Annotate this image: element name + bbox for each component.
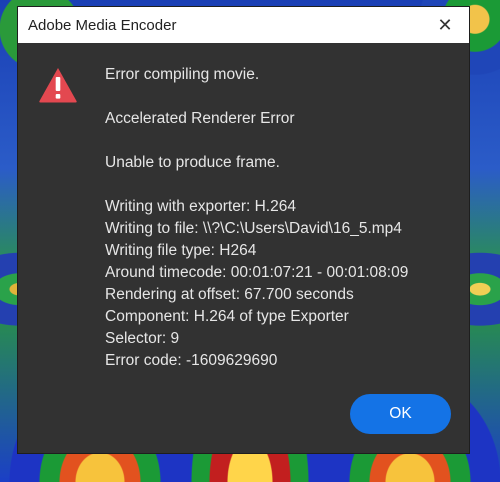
message-frame-error: Unable to produce frame. xyxy=(105,154,280,171)
detail-file: Writing to file: \\?\C:\Users\David\16_5… xyxy=(105,220,402,237)
dialog-body: Error compiling movie. Accelerated Rende… xyxy=(18,43,469,453)
detail-exporter: Writing with exporter: H.264 xyxy=(105,198,296,215)
warning-icon xyxy=(39,68,77,103)
close-icon: ✕ xyxy=(437,14,453,35)
detail-component: Component: H.264 of type Exporter xyxy=(105,308,349,325)
detail-timecode: Around timecode: 00:01:07:21 - 00:01:08:… xyxy=(105,264,409,281)
message-renderer-error: Accelerated Renderer Error xyxy=(105,110,295,127)
dialog-title: Adobe Media Encoder xyxy=(28,16,177,34)
ok-button[interactable]: OK xyxy=(350,394,451,434)
detail-file-type: Writing file type: H264 xyxy=(105,242,257,259)
message-text: Error compiling movie. Accelerated Rende… xyxy=(105,64,459,372)
dialog-titlebar: Adobe Media Encoder ✕ xyxy=(18,7,469,43)
close-button[interactable]: ✕ xyxy=(431,11,459,39)
error-dialog: Adobe Media Encoder ✕ Error compiling mo… xyxy=(18,7,469,453)
detail-offset: Rendering at offset: 67.700 seconds xyxy=(105,286,354,303)
detail-selector: Selector: 9 xyxy=(105,330,180,347)
detail-error-code: Error code: -1609629690 xyxy=(105,352,278,369)
message-error-title: Error compiling movie. xyxy=(105,66,260,83)
